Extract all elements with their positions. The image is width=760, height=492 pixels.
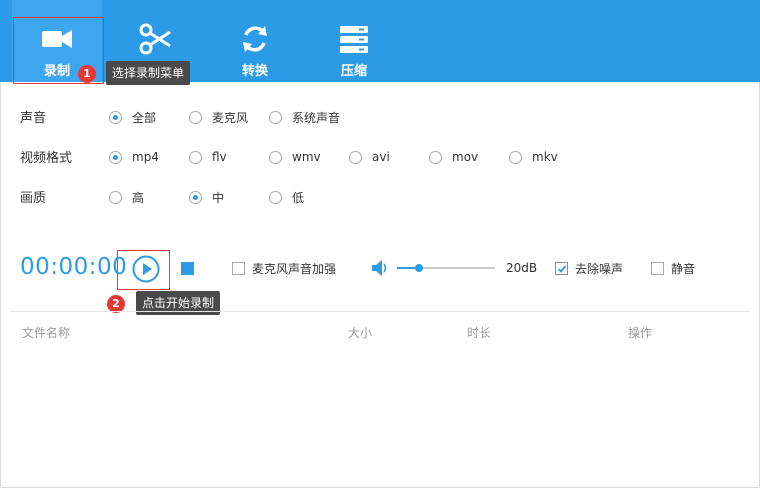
window-border-left — [0, 82, 1, 488]
format-option-label: mp4 — [132, 150, 159, 164]
format-option-label: mov — [452, 150, 479, 164]
step-1-tooltip: 选择录制菜单 — [106, 61, 191, 85]
checkbox-checked[interactable] — [555, 261, 568, 275]
volume-slider-knob[interactable] — [414, 264, 423, 272]
record-timer: 00:00:00 — [20, 254, 128, 280]
column-header-size[interactable]: 大小 — [348, 324, 372, 341]
format-option-mov[interactable]: mov — [429, 149, 478, 165]
radio[interactable] — [189, 110, 202, 124]
radio[interactable] — [269, 110, 282, 124]
format-option-label: wmv — [292, 150, 321, 164]
format-option-mkv[interactable]: mkv — [509, 149, 558, 165]
checkbox[interactable] — [232, 261, 245, 275]
volume-value: 20dB — [506, 261, 538, 275]
tab-compress[interactable]: 压缩 — [309, 0, 399, 82]
denoise-label: 去除噪声 — [575, 261, 624, 276]
compress-stack-icon — [340, 26, 368, 53]
quality-option-low[interactable]: 低 — [269, 189, 304, 205]
format-option-label: mkv — [532, 150, 558, 164]
play-icon[interactable] — [131, 254, 161, 284]
stop-button[interactable] — [181, 262, 194, 275]
radio-selected[interactable] — [109, 110, 122, 124]
refresh-arrows-icon — [243, 26, 267, 52]
denoise-checkbox[interactable]: 去除噪声 — [555, 260, 623, 276]
column-header-duration[interactable]: 时长 — [467, 324, 491, 341]
mic-boost-checkbox[interactable]: 麦克风声音加强 — [232, 260, 336, 276]
quality-option-high[interactable]: 高 — [109, 189, 144, 205]
audio-option-all[interactable]: 全部 — [109, 109, 156, 125]
audio-option-system[interactable]: 系统声音 — [269, 109, 340, 125]
tab-convert-label: 转换 — [241, 64, 268, 79]
tab-convert[interactable]: 转换 — [210, 0, 300, 82]
mic-boost-label: 麦克风声音加强 — [252, 261, 337, 276]
column-header-actions[interactable]: 操作 — [628, 324, 652, 341]
radio[interactable] — [429, 150, 442, 164]
radio-selected[interactable] — [109, 150, 122, 164]
video-camera-icon — [42, 30, 72, 48]
window-border-bottom — [0, 487, 760, 488]
mute-checkbox[interactable]: 静音 — [651, 260, 695, 276]
radio[interactable] — [109, 190, 122, 204]
radio[interactable] — [509, 150, 522, 164]
quality-option-label: 低 — [292, 190, 305, 205]
step-1-badge: 1 — [78, 65, 96, 83]
format-option-flv[interactable]: flv — [189, 149, 227, 165]
format-option-label: flv — [212, 150, 227, 164]
format-option-label: avi — [372, 150, 390, 164]
audio-option-label: 系统声音 — [292, 110, 341, 125]
volume-slider[interactable] — [397, 264, 495, 272]
audio-option-label: 全部 — [132, 110, 157, 125]
audio-option-label: 麦克风 — [212, 110, 249, 125]
checkmark-icon — [557, 264, 567, 273]
scissors-icon — [139, 23, 171, 55]
format-label: 视频格式 — [20, 151, 73, 166]
format-option-avi[interactable]: avi — [349, 149, 390, 165]
tab-compress-label: 压缩 — [340, 64, 367, 79]
radio[interactable] — [189, 150, 202, 164]
column-header-filename[interactable]: 文件名称 — [22, 324, 70, 341]
quality-option-medium[interactable]: 中 — [189, 189, 224, 205]
file-list[interactable] — [10, 342, 750, 484]
format-option-wmv[interactable]: wmv — [269, 149, 321, 165]
radio[interactable] — [269, 190, 282, 204]
speaker-icon[interactable] — [371, 259, 389, 277]
table-divider — [10, 311, 750, 312]
audio-option-mic[interactable]: 麦克风 — [189, 109, 248, 125]
quality-option-label: 高 — [132, 190, 145, 205]
radio-selected[interactable] — [189, 190, 202, 204]
format-option-mp4[interactable]: mp4 — [109, 149, 159, 165]
audio-label: 声音 — [20, 111, 47, 126]
checkbox[interactable] — [651, 261, 664, 275]
radio[interactable] — [269, 150, 282, 164]
radio[interactable] — [349, 150, 362, 164]
mute-label: 静音 — [671, 261, 696, 276]
quality-label: 画质 — [20, 191, 47, 206]
quality-option-label: 中 — [212, 190, 225, 205]
